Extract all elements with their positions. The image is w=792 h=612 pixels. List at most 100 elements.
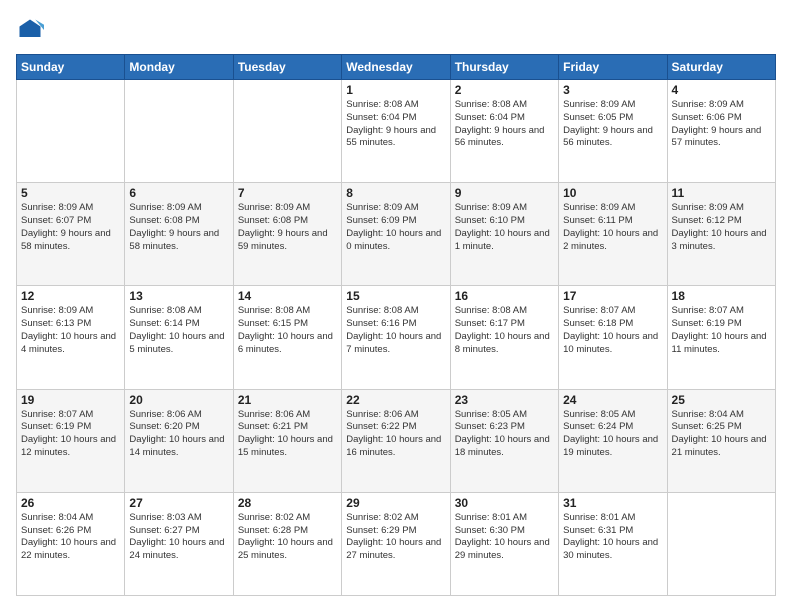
calendar-cell: 30 Sunrise: 8:01 AM Sunset: 6:30 PM Dayli… — [450, 492, 558, 595]
calendar-week-row: 26 Sunrise: 8:04 AM Sunset: 6:26 PM Dayli… — [17, 492, 776, 595]
calendar-cell: 21 Sunrise: 8:06 AM Sunset: 6:21 PM Dayli… — [233, 389, 341, 492]
calendar-cell: 16Sunrise: 8:08 AM Sunset: 6:17 PM Dayli… — [450, 286, 558, 389]
calendar-cell: 31 Sunrise: 8:01 AM Sunset: 6:31 PM Dayli… — [559, 492, 667, 595]
calendar-cell: 7 Sunrise: 8:09 AM Sunset: 6:08 PM Daylig… — [233, 183, 341, 286]
calendar-week-row: 5Sunrise: 8:09 AM Sunset: 6:07 PM Daylig… — [17, 183, 776, 286]
day-number: 20 — [129, 393, 228, 407]
calendar-table: SundayMondayTuesdayWednesdayThursdayFrid… — [16, 54, 776, 596]
day-number: 15 — [346, 289, 445, 303]
day-number: 25 — [672, 393, 771, 407]
day-info: Sunrise: 8:04 AM Sunset: 6:26 PM Dayligh… — [21, 512, 120, 563]
calendar-cell: 8 Sunrise: 8:09 AM Sunset: 6:09 PM Daylig… — [342, 183, 450, 286]
calendar-cell: 19 Sunrise: 8:07 AM Sunset: 6:19 PM Dayli… — [17, 389, 125, 492]
day-number: 27 — [129, 496, 228, 510]
day-info: Sunrise: 8:09 AM Sunset: 6:13 PM Dayligh… — [21, 305, 120, 356]
day-number: 1 — [346, 83, 445, 97]
header — [16, 16, 776, 44]
calendar-week-row: 19 Sunrise: 8:07 AM Sunset: 6:19 PM Dayli… — [17, 389, 776, 492]
calendar-header-sunday: Sunday — [17, 55, 125, 80]
day-number: 21 — [238, 393, 337, 407]
day-info: Sunrise: 8:06 AM Sunset: 6:20 PM Dayligh… — [129, 409, 228, 460]
day-number: 31 — [563, 496, 662, 510]
day-info: Sunrise: 8:08 AM Sunset: 6:14 PM Dayligh… — [129, 305, 228, 356]
calendar-header-saturday: Saturday — [667, 55, 775, 80]
day-info: Sunrise: 8:09 AM Sunset: 6:12 PM Dayligh… — [672, 202, 771, 253]
calendar-header-monday: Monday — [125, 55, 233, 80]
day-info: Sunrise: 8:07 AM Sunset: 6:19 PM Dayligh… — [21, 409, 120, 460]
day-info: Sunrise: 8:09 AM Sunset: 6:10 PM Dayligh… — [455, 202, 554, 253]
calendar-cell: 25Sunrise: 8:04 AM Sunset: 6:25 PM Dayli… — [667, 389, 775, 492]
day-info: Sunrise: 8:09 AM Sunset: 6:05 PM Dayligh… — [563, 99, 662, 150]
calendar-cell: 4 Sunrise: 8:09 AM Sunset: 6:06 PM Daylig… — [667, 80, 775, 183]
calendar-cell: 24Sunrise: 8:05 AM Sunset: 6:24 PM Dayli… — [559, 389, 667, 492]
calendar-cell: 5Sunrise: 8:09 AM Sunset: 6:07 PM Daylig… — [17, 183, 125, 286]
day-number: 17 — [563, 289, 662, 303]
day-info: Sunrise: 8:08 AM Sunset: 6:17 PM Dayligh… — [455, 305, 554, 356]
calendar-header-thursday: Thursday — [450, 55, 558, 80]
day-number: 7 — [238, 186, 337, 200]
calendar-cell: 9 Sunrise: 8:09 AM Sunset: 6:10 PM Daylig… — [450, 183, 558, 286]
day-info: Sunrise: 8:02 AM Sunset: 6:28 PM Dayligh… — [238, 512, 337, 563]
day-number: 26 — [21, 496, 120, 510]
calendar-cell — [667, 492, 775, 595]
calendar-cell: 28 Sunrise: 8:02 AM Sunset: 6:28 PM Dayli… — [233, 492, 341, 595]
day-number: 23 — [455, 393, 554, 407]
calendar-cell — [17, 80, 125, 183]
day-number: 10 — [563, 186, 662, 200]
page-container: SundayMondayTuesdayWednesdayThursdayFrid… — [0, 0, 792, 612]
calendar-cell: 1 Sunrise: 8:08 AM Sunset: 6:04 PM Daylig… — [342, 80, 450, 183]
day-info: Sunrise: 8:08 AM Sunset: 6:16 PM Dayligh… — [346, 305, 445, 356]
day-info: Sunrise: 8:09 AM Sunset: 6:08 PM Dayligh… — [129, 202, 228, 253]
calendar-header-tuesday: Tuesday — [233, 55, 341, 80]
calendar-cell: 2 Sunrise: 8:08 AM Sunset: 6:04 PM Daylig… — [450, 80, 558, 183]
day-info: Sunrise: 8:03 AM Sunset: 6:27 PM Dayligh… — [129, 512, 228, 563]
day-number: 3 — [563, 83, 662, 97]
day-number: 2 — [455, 83, 554, 97]
day-info: Sunrise: 8:08 AM Sunset: 6:04 PM Dayligh… — [455, 99, 554, 150]
day-info: Sunrise: 8:09 AM Sunset: 6:07 PM Dayligh… — [21, 202, 120, 253]
day-info: Sunrise: 8:06 AM Sunset: 6:22 PM Dayligh… — [346, 409, 445, 460]
day-number: 12 — [21, 289, 120, 303]
calendar-cell: 3 Sunrise: 8:09 AM Sunset: 6:05 PM Daylig… — [559, 80, 667, 183]
day-number: 8 — [346, 186, 445, 200]
day-info: Sunrise: 8:06 AM Sunset: 6:21 PM Dayligh… — [238, 409, 337, 460]
day-info: Sunrise: 8:07 AM Sunset: 6:18 PM Dayligh… — [563, 305, 662, 356]
day-info: Sunrise: 8:09 AM Sunset: 6:11 PM Dayligh… — [563, 202, 662, 253]
calendar-cell: 26 Sunrise: 8:04 AM Sunset: 6:26 PM Dayli… — [17, 492, 125, 595]
day-info: Sunrise: 8:07 AM Sunset: 6:19 PM Dayligh… — [672, 305, 771, 356]
day-number: 14 — [238, 289, 337, 303]
day-info: Sunrise: 8:09 AM Sunset: 6:09 PM Dayligh… — [346, 202, 445, 253]
day-number: 4 — [672, 83, 771, 97]
calendar-week-row: 12 Sunrise: 8:09 AM Sunset: 6:13 PM Dayli… — [17, 286, 776, 389]
calendar-cell — [233, 80, 341, 183]
logo-icon — [16, 16, 44, 44]
day-info: Sunrise: 8:09 AM Sunset: 6:08 PM Dayligh… — [238, 202, 337, 253]
calendar-cell: 22Sunrise: 8:06 AM Sunset: 6:22 PM Dayli… — [342, 389, 450, 492]
calendar-header-wednesday: Wednesday — [342, 55, 450, 80]
day-number: 13 — [129, 289, 228, 303]
day-info: Sunrise: 8:09 AM Sunset: 6:06 PM Dayligh… — [672, 99, 771, 150]
calendar-cell: 23Sunrise: 8:05 AM Sunset: 6:23 PM Dayli… — [450, 389, 558, 492]
calendar-cell — [125, 80, 233, 183]
day-number: 19 — [21, 393, 120, 407]
day-info: Sunrise: 8:01 AM Sunset: 6:30 PM Dayligh… — [455, 512, 554, 563]
calendar-cell: 11Sunrise: 8:09 AM Sunset: 6:12 PM Dayli… — [667, 183, 775, 286]
day-info: Sunrise: 8:08 AM Sunset: 6:15 PM Dayligh… — [238, 305, 337, 356]
calendar-cell: 17 Sunrise: 8:07 AM Sunset: 6:18 PM Dayli… — [559, 286, 667, 389]
day-number: 28 — [238, 496, 337, 510]
day-number: 9 — [455, 186, 554, 200]
day-number: 30 — [455, 496, 554, 510]
calendar-week-row: 1 Sunrise: 8:08 AM Sunset: 6:04 PM Daylig… — [17, 80, 776, 183]
calendar-header-row: SundayMondayTuesdayWednesdayThursdayFrid… — [17, 55, 776, 80]
calendar-cell: 13 Sunrise: 8:08 AM Sunset: 6:14 PM Dayli… — [125, 286, 233, 389]
day-info: Sunrise: 8:08 AM Sunset: 6:04 PM Dayligh… — [346, 99, 445, 150]
calendar-cell: 20 Sunrise: 8:06 AM Sunset: 6:20 PM Dayli… — [125, 389, 233, 492]
calendar-cell: 18Sunrise: 8:07 AM Sunset: 6:19 PM Dayli… — [667, 286, 775, 389]
calendar-cell: 12 Sunrise: 8:09 AM Sunset: 6:13 PM Dayli… — [17, 286, 125, 389]
calendar-cell: 15 Sunrise: 8:08 AM Sunset: 6:16 PM Dayli… — [342, 286, 450, 389]
calendar-cell: 10 Sunrise: 8:09 AM Sunset: 6:11 PM Dayli… — [559, 183, 667, 286]
day-info: Sunrise: 8:01 AM Sunset: 6:31 PM Dayligh… — [563, 512, 662, 563]
logo — [16, 16, 48, 44]
day-number: 6 — [129, 186, 228, 200]
day-info: Sunrise: 8:02 AM Sunset: 6:29 PM Dayligh… — [346, 512, 445, 563]
